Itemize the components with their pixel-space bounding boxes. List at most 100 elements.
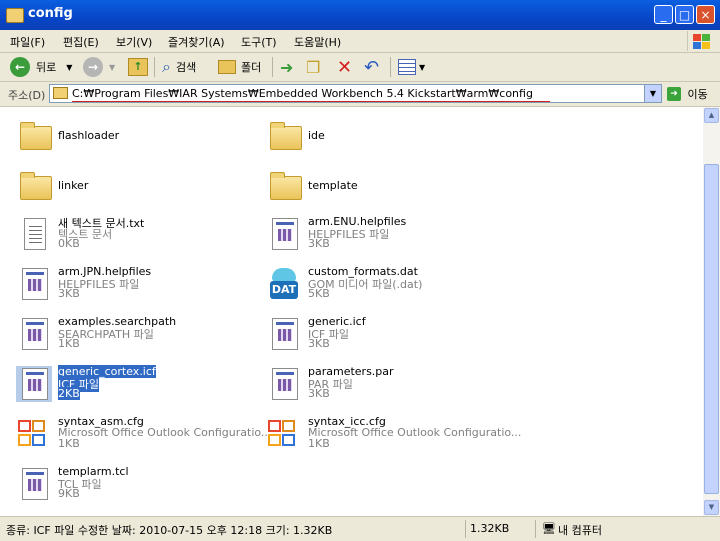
outlook-config-icon <box>18 420 52 450</box>
file-item[interactable]: arm.ENU.helpfiles HELPFILES 파일 3KB <box>258 210 503 258</box>
file-item[interactable]: arm.JPN.helpfiles HELPFILES 파일 3KB <box>8 260 253 308</box>
status-location: 내 컴퓨터 <box>558 524 602 537</box>
menu-edit[interactable]: 편집(E) <box>63 34 99 50</box>
menu-file[interactable]: 파일(F) <box>10 34 45 50</box>
item-size: 5KB <box>308 287 330 300</box>
address-bar: 주소(D) C:₩Program Files₩IAR Systems₩Embed… <box>0 82 720 107</box>
folder-icon <box>270 122 302 150</box>
file-icon <box>22 318 48 350</box>
gom-media-icon: DAT <box>268 268 300 300</box>
file-item[interactable]: generic.icf ICF 파일 3KB <box>258 310 503 358</box>
forward-arrow-icon: → <box>83 57 103 77</box>
file-icon <box>272 368 298 400</box>
item-type: Microsoft Office Outlook Configuratio... <box>308 426 522 439</box>
maximize-button[interactable]: □ <box>675 5 694 24</box>
folder-icon <box>270 172 302 200</box>
item-size: 3KB <box>58 287 80 300</box>
title-bar[interactable]: config _ □ × <box>0 0 720 30</box>
item-size: 9KB <box>58 487 80 500</box>
folder-item-flashloader[interactable]: flashloader <box>8 110 253 158</box>
move-to-icon: ➜ <box>280 57 294 77</box>
up-folder-button[interactable]: ↑ <box>128 56 148 78</box>
address-field[interactable]: C:₩Program Files₩IAR Systems₩Embedded Wo… <box>49 84 662 103</box>
folder-icon <box>20 172 52 200</box>
views-icon <box>398 59 416 75</box>
back-button[interactable]: ← 뒤로 ▼ <box>10 56 72 78</box>
views-dropdown-icon: ▼ <box>419 62 426 72</box>
file-item[interactable]: examples.searchpath SEARCHPATH 파일 1KB <box>8 310 253 358</box>
minimize-button[interactable]: _ <box>654 5 673 24</box>
folders-icon <box>218 60 236 74</box>
views-button[interactable]: ▼ <box>398 56 425 78</box>
folder-item-ide[interactable]: ide <box>258 110 503 158</box>
item-size: 1KB <box>58 337 80 350</box>
back-arrow-icon: ← <box>10 57 30 77</box>
toolbar: ← 뒤로 ▼ → ▼ ↑ ⌕ 검색 폴더 ➜ ❐ ✕ ↶ ▼ <box>0 53 720 82</box>
folders-button[interactable]: 폴더 <box>218 56 261 78</box>
delete-button[interactable]: ✕ <box>337 56 352 78</box>
item-name: linker <box>58 179 89 192</box>
go-button[interactable]: ➜ 이동 <box>667 86 708 102</box>
item-name: flashloader <box>58 129 120 142</box>
file-icon <box>272 218 298 250</box>
status-info: 종류: ICF 파일 수정한 날짜: 2010-07-15 오후 12:18 크… <box>6 524 333 537</box>
file-item-selected[interactable]: generic_cortex.icf ICF 파일 2KB <box>8 360 253 408</box>
item-name: template <box>308 179 358 192</box>
undo-button[interactable]: ↶ <box>364 56 379 78</box>
file-item[interactable]: parameters.par PAR 파일 3KB <box>258 360 503 408</box>
item-size: 3KB <box>308 337 330 350</box>
scroll-thumb[interactable] <box>704 164 719 494</box>
item-size: 2KB <box>58 387 80 400</box>
file-item[interactable]: syntax_icc.cfg Microsoft Office Outlook … <box>258 410 521 458</box>
close-button[interactable]: × <box>696 5 715 24</box>
go-label: 이동 <box>687 88 708 101</box>
menu-help[interactable]: 도움말(H) <box>294 34 341 50</box>
folders-label: 폴더 <box>241 61 262 74</box>
search-button[interactable]: ⌕ 검색 <box>162 56 196 78</box>
file-item[interactable]: 새 텍스트 문서.txt 텍스트 문서 0KB <box>8 210 253 258</box>
vertical-scrollbar[interactable]: ▲ ▼ <box>703 107 720 516</box>
folder-item-linker[interactable]: linker <box>8 160 253 208</box>
search-label: 검색 <box>175 61 197 74</box>
address-label: 주소(D) <box>8 89 46 102</box>
status-bar: 종류: ICF 파일 수정한 날짜: 2010-07-15 오후 12:18 크… <box>0 516 720 541</box>
forward-dropdown-icon[interactable]: ▼ <box>109 63 115 72</box>
go-arrow-icon: ➜ <box>667 87 681 101</box>
file-item[interactable]: templarm.tcl TCL 파일 9KB <box>8 460 253 508</box>
file-icon <box>22 368 48 400</box>
status-size: 1.32KB <box>470 522 510 535</box>
folder-icon <box>6 8 24 23</box>
undo-icon: ↶ <box>364 56 380 78</box>
back-dropdown-icon[interactable]: ▼ <box>66 63 72 72</box>
back-label: 뒤로 <box>36 61 57 74</box>
file-icon <box>272 318 298 350</box>
file-icon <box>22 268 48 300</box>
file-item[interactable]: syntax_asm.cfg Microsoft Office Outlook … <box>8 410 271 458</box>
scroll-up-button[interactable]: ▲ <box>704 108 719 123</box>
item-size: 0KB <box>58 237 80 250</box>
menu-bar: 파일(F) 편집(E) 보기(V) 즐겨찾기(A) 도구(T) 도움말(H) <box>0 30 720 53</box>
address-path: C:₩Program Files₩IAR Systems₩Embedded Wo… <box>72 87 533 100</box>
folder-item-template[interactable]: template <box>258 160 503 208</box>
forward-button[interactable]: → ▼ <box>83 56 115 78</box>
delete-icon: ✕ <box>337 56 353 78</box>
copy-to-button[interactable]: ❐ <box>306 56 320 78</box>
text-document-icon <box>24 218 46 250</box>
item-size: 1KB <box>308 437 330 450</box>
menu-tools[interactable]: 도구(T) <box>241 34 277 50</box>
address-dropdown-button[interactable]: ▼ <box>644 85 661 102</box>
up-folder-icon: ↑ <box>128 58 148 76</box>
search-icon: ⌕ <box>162 57 171 76</box>
scroll-down-button[interactable]: ▼ <box>704 500 719 515</box>
copy-to-icon: ❐ <box>306 57 321 77</box>
outlook-config-icon <box>268 420 302 450</box>
file-list[interactable]: flashloader ide linker template 새 텍스트 문서… <box>0 107 703 516</box>
menu-favorites[interactable]: 즐겨찾기(A) <box>168 34 225 50</box>
item-size: 3KB <box>308 387 330 400</box>
file-item[interactable]: DAT custom_formats.dat GOM 미디어 파일(.dat) … <box>258 260 503 308</box>
item-size: 1KB <box>58 437 80 450</box>
move-to-button[interactable]: ➜ <box>280 56 293 78</box>
window-title: config <box>28 6 73 21</box>
menu-view[interactable]: 보기(V) <box>116 34 152 50</box>
item-type: Microsoft Office Outlook Configuratio... <box>58 426 272 439</box>
